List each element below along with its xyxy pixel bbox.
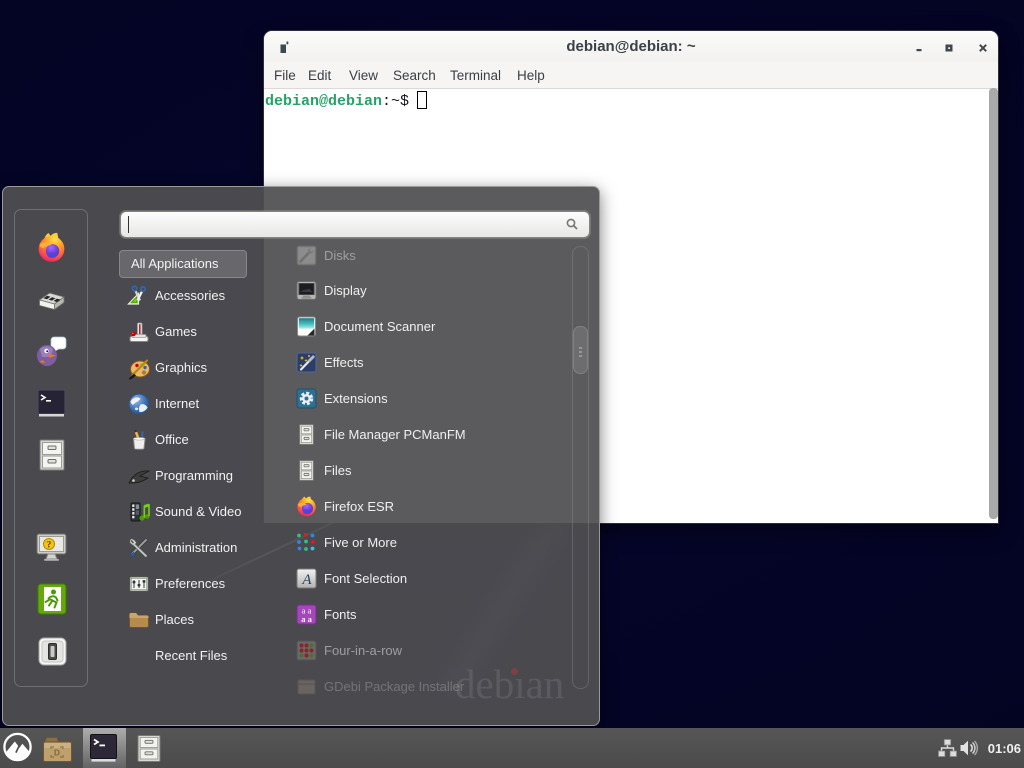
svg-text:D: D (54, 748, 60, 758)
svg-text:?: ? (47, 540, 52, 550)
svg-text:A: A (301, 572, 312, 588)
svg-text:a a: a a (301, 614, 312, 624)
